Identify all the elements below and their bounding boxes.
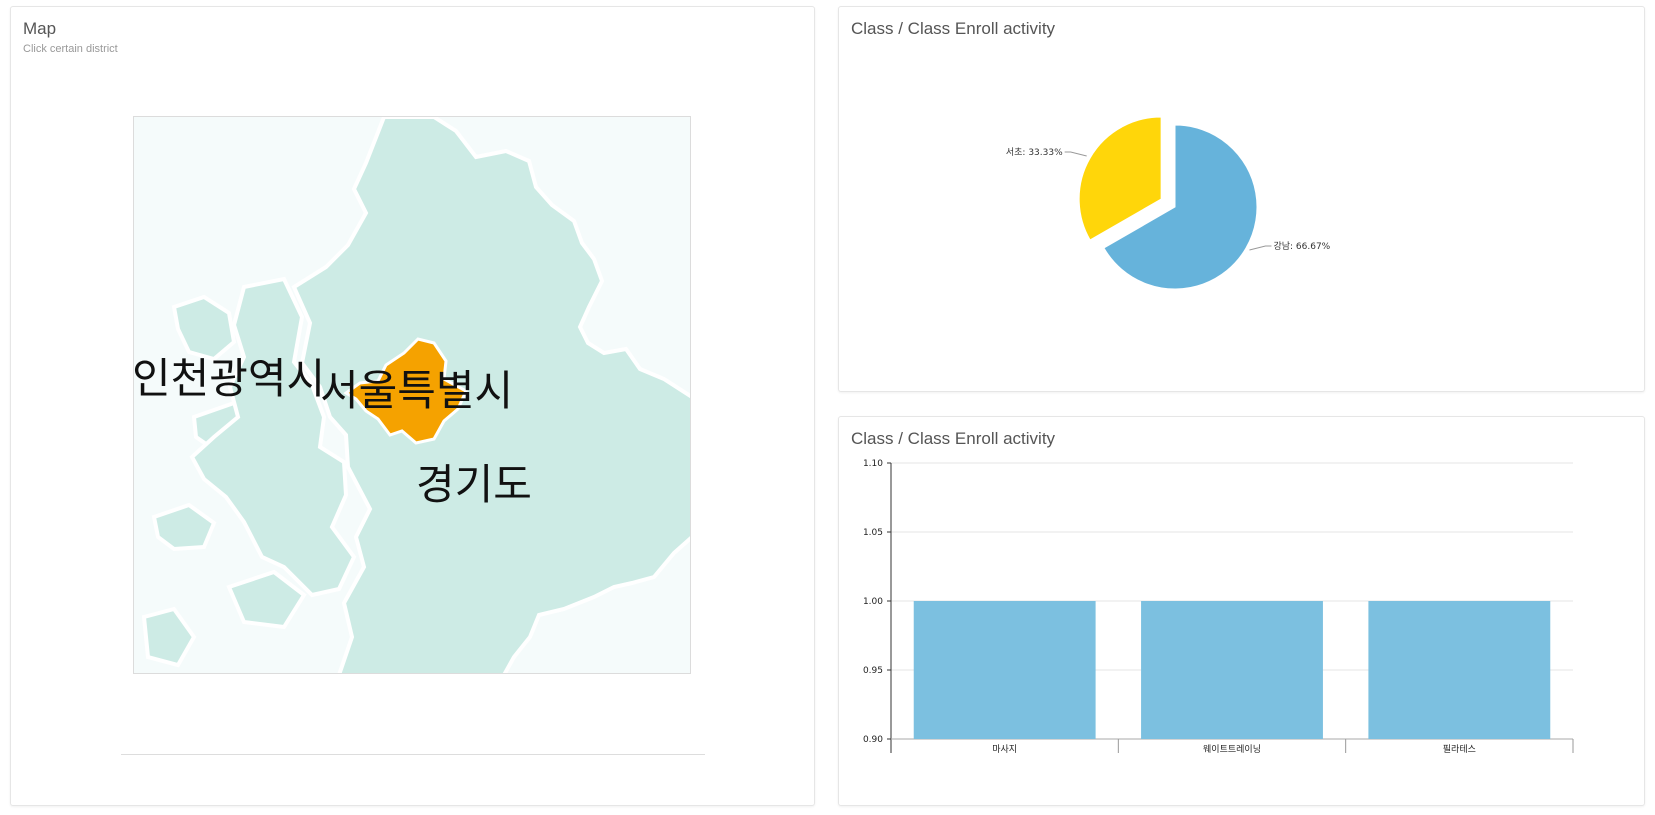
pie-card: Class / Class Enroll activity 강남: 66.67%… — [838, 6, 1645, 392]
pie-label-1: 서초: 33.33% — [1006, 147, 1063, 158]
bar-1[interactable] — [1141, 601, 1323, 739]
bar-xtick-label-2: 필라테스 — [1443, 743, 1476, 755]
map-title: Map — [23, 19, 57, 38]
region-label-incheon: 인천광역시 — [134, 354, 325, 403]
bar-xtick-label-0: 마사지 — [992, 744, 1017, 755]
region-map[interactable]: 인천광역시 서울특별시 경기도 — [134, 117, 691, 674]
pie-label-line-0 — [1249, 245, 1272, 251]
pie-label-0: 강남: 66.67% — [1273, 241, 1330, 252]
region-incheon-island-3[interactable] — [151, 502, 217, 552]
map-canvas[interactable]: 인천광역시 서울특별시 경기도 — [133, 116, 691, 674]
bar-chart: 0.90 0.95 1.00 1.05 1.10 마사지 웨이트트레이닝 필라테스 — [863, 459, 1574, 755]
region-incheon-island-5[interactable] — [141, 606, 197, 668]
bar-ytick-label-1: 0.95 — [863, 666, 883, 676]
bar-ytick-label-4: 1.10 — [863, 459, 883, 469]
region-label-gyeonggi: 경기도 — [416, 460, 532, 509]
map-subtitle: Click certain district — [23, 43, 118, 55]
bar-0[interactable] — [913, 601, 1096, 739]
map-divider — [121, 754, 705, 755]
pie-chart: 강남: 66.67% 서초: 33.33% — [1006, 116, 1331, 290]
bar-ytick-label-2: 1.00 — [863, 597, 883, 607]
region-incheon-island-1[interactable] — [171, 294, 237, 362]
bar-ytick-label-3: 1.05 — [863, 528, 883, 538]
pie-label-line-1 — [1064, 151, 1087, 157]
bar-ytick-label-0: 0.90 — [863, 735, 883, 745]
bar-xtick-label-1: 웨이트트레이닝 — [1203, 743, 1261, 755]
bar-2[interactable] — [1368, 601, 1551, 739]
bar-card: Class / Class Enroll activity 0.90 0.95 1.… — [838, 416, 1645, 806]
map-card: Map Click certain district 인천광역시 서울특별시 경… — [10, 6, 815, 806]
region-incheon-island-4[interactable] — [226, 569, 307, 630]
region-label-seoul: 서울특별시 — [320, 366, 513, 415]
